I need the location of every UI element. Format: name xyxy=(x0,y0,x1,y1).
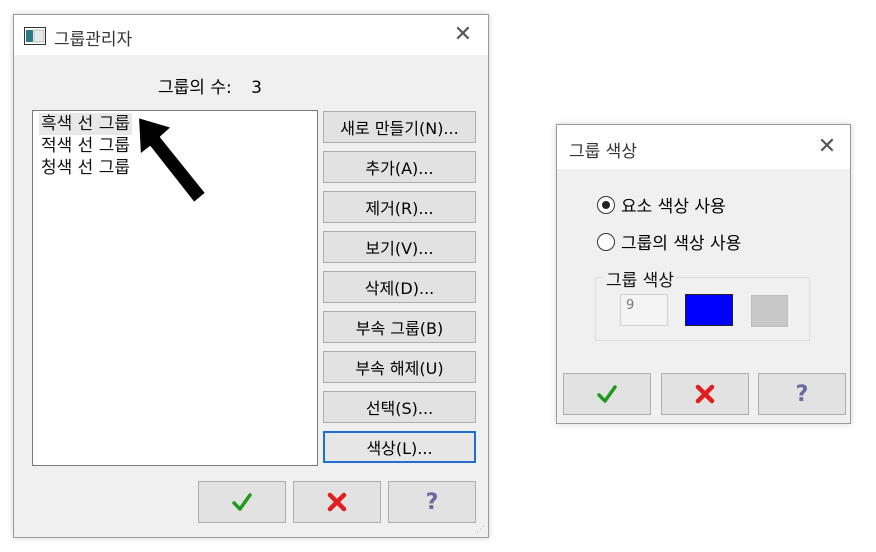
cancel-button[interactable] xyxy=(293,481,381,523)
color-index-field[interactable]: 9 xyxy=(620,294,668,326)
subgroup-button[interactable]: 부속 그룹(B) xyxy=(323,311,476,343)
color-index-value: 9 xyxy=(626,298,635,313)
view-button[interactable]: 보기(V)... xyxy=(323,231,476,263)
list-item[interactable]: 청색 선 그룹 xyxy=(39,157,132,179)
color-swatch[interactable] xyxy=(685,294,733,326)
check-icon xyxy=(232,493,252,511)
arrow-pointer xyxy=(137,116,207,204)
delete-button[interactable]: 삭제(D)... xyxy=(323,271,476,303)
ok-button[interactable] xyxy=(563,373,651,415)
ok-button[interactable] xyxy=(198,481,286,523)
unsubgroup-button[interactable]: 부속 해제(U) xyxy=(323,351,476,383)
check-icon xyxy=(597,385,617,403)
question-icon: ? xyxy=(425,489,439,515)
group-manager-dialog: 그룹관리자 ✕ 그룹의 수: 3 흑색 선 그룹 적색 선 그룹 청색 선 그룹… xyxy=(13,14,489,538)
dialog-title: 그룹 색상 xyxy=(569,142,637,162)
window-icon xyxy=(24,27,46,49)
radio-button[interactable] xyxy=(597,195,615,214)
list-item[interactable]: 흑색 선 그룹 xyxy=(39,113,133,135)
group-count-label: 그룹의 수: xyxy=(158,78,232,98)
group-color-dialog: 그룹 색상 ✕ 요소 색상 사용 그룹의 색상 사용 그룹 색상 9 ? xyxy=(556,124,851,424)
select-button[interactable]: 선택(S)... xyxy=(323,391,476,423)
close-icon[interactable]: ✕ xyxy=(812,133,842,161)
cross-icon xyxy=(695,384,715,404)
option-label: 요소 색상 사용 xyxy=(621,197,726,217)
group-count: 그룹의 수: 3 xyxy=(158,73,262,98)
group-count-value: 3 xyxy=(251,78,262,98)
resize-grip-icon[interactable]: ⋰ xyxy=(476,525,486,535)
alt-color-swatch[interactable] xyxy=(751,295,788,327)
question-icon: ? xyxy=(795,381,809,407)
remove-button[interactable]: 제거(R)... xyxy=(323,191,476,223)
help-button[interactable]: ? xyxy=(758,373,846,415)
dialog-title: 그룹관리자 xyxy=(54,30,133,50)
help-button[interactable]: ? xyxy=(388,481,476,523)
group-box-label: 그룹 색상 xyxy=(604,266,676,291)
radio-button[interactable] xyxy=(597,232,615,251)
title-bar[interactable]: 그룹 색상 ✕ xyxy=(557,125,850,169)
close-icon[interactable]: ✕ xyxy=(448,21,478,49)
cross-icon xyxy=(327,492,347,512)
use-group-color-option[interactable]: 그룹의 색상 사용 xyxy=(597,229,741,254)
title-bar[interactable]: 그룹관리자 ✕ xyxy=(14,15,488,55)
use-element-color-option[interactable]: 요소 색상 사용 xyxy=(597,192,726,217)
option-label: 그룹의 색상 사용 xyxy=(621,234,742,254)
add-button[interactable]: 추가(A)... xyxy=(323,151,476,183)
new-group-button[interactable]: 새로 만들기(N)... xyxy=(323,111,476,143)
group-color-box: 그룹 색상 9 xyxy=(595,266,810,341)
cancel-button[interactable] xyxy=(661,373,749,415)
color-button[interactable]: 색상(L)... xyxy=(323,431,476,463)
list-item[interactable]: 적색 선 그룹 xyxy=(39,135,132,157)
